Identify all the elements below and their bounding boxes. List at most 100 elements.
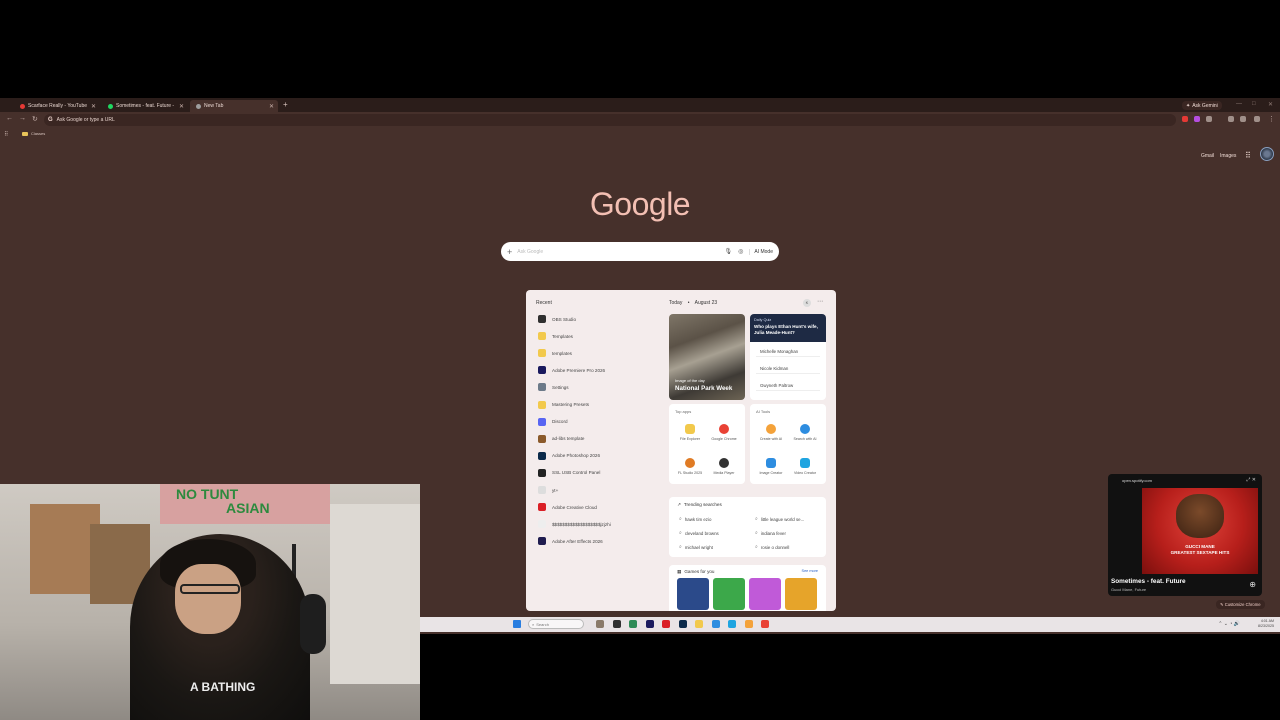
taskbar-app-icon[interactable] <box>761 620 769 628</box>
ai-tool-video[interactable]: Video Creator <box>790 458 820 476</box>
trending-item[interactable]: ⌕ cleveland browns <box>679 530 719 536</box>
images-link[interactable]: Images <box>1220 153 1236 159</box>
address-bar[interactable]: G Ask Google or type a URL <box>44 114 1176 126</box>
close-tab-icon[interactable]: ✕ <box>91 103 96 110</box>
taskbar-app-icon[interactable] <box>629 620 637 628</box>
close-tab-icon[interactable]: ✕ <box>269 103 274 110</box>
tab-youtube[interactable]: Scarface Really - YouTube ✕ <box>14 100 100 112</box>
ai-tool-image[interactable]: Image Creator <box>756 458 786 476</box>
game-tile[interactable] <box>785 578 817 610</box>
mini-player-controls[interactable]: ⤢ ✕ <box>1246 477 1256 483</box>
taskbar-app-icon[interactable] <box>728 620 736 628</box>
recent-item-icon <box>538 537 546 546</box>
more-options-icon[interactable]: ⋯ <box>817 298 823 305</box>
see-more-link[interactable]: See more <box>802 569 818 573</box>
quiz-option[interactable]: Gwyneth Paltrow <box>756 380 820 391</box>
quiz-option[interactable]: Michelle Monaghan <box>756 346 820 357</box>
avatar[interactable] <box>1260 147 1274 161</box>
iotd-label: Image of the day <box>675 378 705 383</box>
google-apps-icon[interactable]: ⠿ <box>1245 151 1251 160</box>
trending-text: cleveland browns <box>684 530 719 536</box>
app-file-explorer[interactable]: File Explorer <box>675 424 705 442</box>
taskbar-app-icon[interactable] <box>744 620 753 628</box>
app-fl-studio[interactable]: FL Studio 2025 <box>675 458 705 476</box>
minimize-icon[interactable]: — <box>1236 101 1242 107</box>
mini-player-host: open.spotify.com <box>1122 478 1152 483</box>
create-with-ai-icon <box>766 424 776 434</box>
daily-quiz-card[interactable]: Daily Quiz Who plays Ethan Hunt's wife, … <box>750 314 826 400</box>
add-icon[interactable]: + <box>507 247 512 257</box>
trending-item[interactable]: ⌕ rosie o donnell <box>755 544 789 550</box>
maximize-icon[interactable]: □ <box>1252 101 1256 107</box>
app-media-player[interactable]: Media Player <box>709 458 739 476</box>
recent-item[interactable]: Templates <box>538 331 573 341</box>
recent-item[interactable]: Adobe Photoshop 2026 <box>538 451 600 461</box>
new-tab-button[interactable]: + <box>283 100 288 109</box>
forward-icon[interactable]: → <box>19 115 26 122</box>
download-icon[interactable] <box>1228 116 1234 122</box>
apps-icon[interactable]: ⠿ <box>4 131 8 138</box>
recent-item[interactable]: Adobe After Effects 2026 <box>538 536 603 546</box>
lens-camera-icon[interactable]: ◎ <box>738 248 743 255</box>
ai-tool-create[interactable]: Create with AI <box>756 424 786 442</box>
taskbar-clock[interactable]: 4:01 AM 8/23/2025 <box>1258 619 1274 628</box>
image-of-the-day-card[interactable]: Image of the day National Park Week <box>669 314 745 400</box>
taskbar-app-icon[interactable] <box>612 620 621 628</box>
profile-menu-icon[interactable] <box>1240 116 1246 122</box>
recent-item[interactable]: Mastering Presets <box>538 400 589 410</box>
taskbar-search-input[interactable]: ⌕ Search <box>528 619 584 629</box>
quiz-option[interactable]: Nicole Kidman <box>756 363 820 374</box>
recent-item[interactable]: templates <box>538 348 572 358</box>
gmail-link[interactable]: Gmail <box>1201 153 1214 159</box>
taskbar-app-icon[interactable] <box>662 620 670 628</box>
trending-item[interactable]: ⌕ indiana fever <box>755 530 786 536</box>
tab-new-tab[interactable]: New Tab ✕ <box>190 100 278 112</box>
extension-icon[interactable] <box>1182 116 1188 122</box>
taskbar-app-icon[interactable] <box>678 620 687 628</box>
album-art-text: GREATEST SEXTAPE HITS <box>1170 550 1230 555</box>
bookmark-folder-classes[interactable]: Classes <box>22 131 45 136</box>
extension-icon[interactable] <box>1194 116 1200 122</box>
recent-item[interactable]: $$$$$$$$$$$$$$$$$$$jzjzhi <box>538 519 611 529</box>
close-window-icon[interactable]: ✕ <box>1268 101 1273 108</box>
recent-item[interactable]: Discord <box>538 417 568 427</box>
ai-mode-button[interactable]: AI Mode <box>749 248 773 255</box>
customize-chrome-button[interactable]: ✎ Customize Chrome <box>1216 600 1265 609</box>
trending-item[interactable]: ⌕ hawk tim ezio <box>679 516 711 522</box>
app-google-chrome[interactable]: Google Chrome <box>709 424 739 442</box>
ask-gemini-button[interactable]: ✦ Ask Gemini <box>1182 101 1222 110</box>
add-to-library-icon[interactable]: ⊕ <box>1249 580 1256 589</box>
game-tile[interactable] <box>677 578 709 610</box>
taskbar-app-icon[interactable] <box>596 620 604 628</box>
kebab-menu-icon[interactable]: ⋮ <box>1268 115 1275 123</box>
ai-tool-search[interactable]: Search with AI <box>790 424 820 442</box>
recent-item[interactable]: Settings <box>538 382 569 392</box>
chrome-favicon-icon <box>196 103 201 109</box>
recent-item[interactable]: Adobe Creative Cloud <box>538 502 597 512</box>
recent-item-label: Templates <box>552 333 573 339</box>
share-icon[interactable] <box>1254 116 1260 122</box>
recent-item[interactable]: OBS Studio <box>538 314 576 324</box>
reload-icon[interactable]: ↻ <box>32 115 38 123</box>
recent-item[interactable]: SSL USB Control Panel <box>538 468 600 478</box>
collapse-icon[interactable]: K <box>803 299 811 307</box>
microphone-icon[interactable]: 🎙 <box>725 248 733 255</box>
taskbar-app-icon[interactable] <box>711 620 720 628</box>
extensions-puzzle-icon[interactable] <box>1206 116 1212 122</box>
spotify-mini-player[interactable]: open.spotify.com ⤢ ✕ GUCCI MANE GREATEST… <box>1108 474 1262 596</box>
recent-item[interactable]: ad-libs template <box>538 434 584 444</box>
taskbar-app-icon[interactable] <box>645 620 654 628</box>
trending-item[interactable]: ⌕ little league world se... <box>755 516 804 522</box>
taskbar-app-icon[interactable] <box>695 620 703 628</box>
back-icon[interactable]: ← <box>6 115 13 122</box>
windows-start-icon[interactable] <box>513 620 521 628</box>
system-tray-icons[interactable]: ⌃ ⌄ ◔ 🔊 <box>1218 621 1240 627</box>
recent-item[interactable]: Adobe Premiere Pro 2026 <box>538 365 605 375</box>
search-input[interactable]: + Ask Google 🎙 ◎ AI Mode <box>501 242 779 261</box>
game-tile[interactable] <box>713 578 745 610</box>
tab-spotify[interactable]: Sometimes - feat. Future - ✕ <box>102 100 188 112</box>
trending-item[interactable]: ⌕ michael wright <box>679 544 713 550</box>
close-tab-icon[interactable]: ✕ <box>179 103 184 110</box>
recent-item[interactable]: yt+ <box>538 485 558 495</box>
game-tile[interactable] <box>749 578 781 610</box>
